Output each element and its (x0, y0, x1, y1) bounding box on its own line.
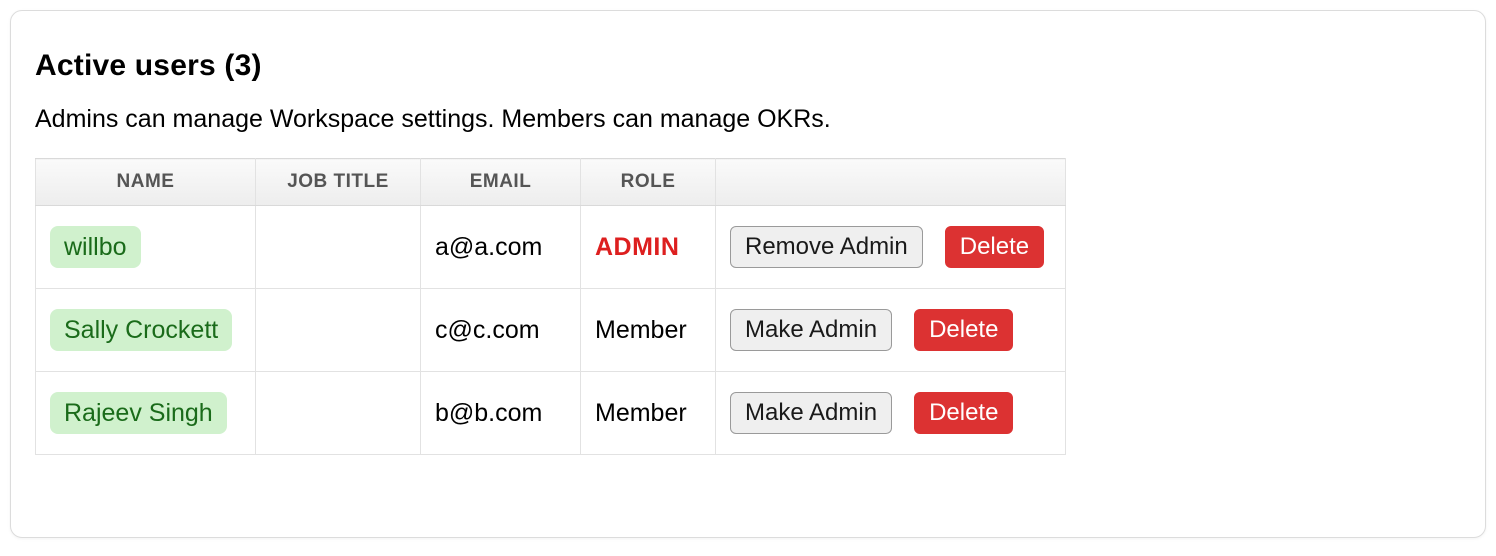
cell-name: willbo (36, 206, 256, 289)
role-badge-admin: ADMIN (595, 233, 679, 261)
cell-role: ADMIN (581, 206, 716, 289)
role-badge-member: Member (595, 399, 687, 427)
delete-user-button[interactable]: Delete (945, 226, 1044, 268)
user-count: 3 (235, 49, 252, 82)
col-email: EMAIL (421, 159, 581, 206)
table-row: Rajeev Singh b@b.com Member Make Admin Delet… (36, 372, 1066, 455)
table-header-row: NAME JOB TITLE EMAIL ROLE (36, 159, 1066, 206)
cell-actions: Remove Admin Delete (716, 206, 1066, 289)
remove-admin-button[interactable]: Remove Admin (730, 226, 923, 268)
user-name-chip[interactable]: willbo (50, 226, 141, 268)
user-name-chip[interactable]: Rajeev Singh (50, 392, 227, 434)
cell-job-title (256, 289, 421, 372)
cell-role: Member (581, 289, 716, 372)
cell-email: c@c.com (421, 289, 581, 372)
delete-user-button[interactable]: Delete (914, 309, 1013, 351)
cell-name: Sally Crockett (36, 289, 256, 372)
card-subtitle: Admins can manage Workspace settings. Me… (35, 105, 1461, 134)
cell-name: Rajeev Singh (36, 372, 256, 455)
cell-actions: Make Admin Delete (716, 372, 1066, 455)
title-text: Active users (35, 49, 216, 82)
table-row: Sally Crockett c@c.com Member Make Admin Del… (36, 289, 1066, 372)
role-badge-member: Member (595, 316, 687, 344)
active-users-table: NAME JOB TITLE EMAIL ROLE willbo a@a.com A… (35, 158, 1066, 455)
card-title: Active users (3) (35, 49, 1461, 83)
cell-actions: Make Admin Delete (716, 289, 1066, 372)
delete-user-button[interactable]: Delete (914, 392, 1013, 434)
user-name-chip[interactable]: Sally Crockett (50, 309, 232, 351)
cell-job-title (256, 206, 421, 289)
make-admin-button[interactable]: Make Admin (730, 392, 892, 434)
cell-job-title (256, 372, 421, 455)
col-name: NAME (36, 159, 256, 206)
col-role: ROLE (581, 159, 716, 206)
col-jobtitle: JOB TITLE (256, 159, 421, 206)
col-actions (716, 159, 1066, 206)
cell-email: b@b.com (421, 372, 581, 455)
make-admin-button[interactable]: Make Admin (730, 309, 892, 351)
active-users-card: Active users (3) Admins can manage Works… (10, 10, 1486, 538)
cell-email: a@a.com (421, 206, 581, 289)
cell-role: Member (581, 372, 716, 455)
table-row: willbo a@a.com ADMIN Remove Admin Delete (36, 206, 1066, 289)
